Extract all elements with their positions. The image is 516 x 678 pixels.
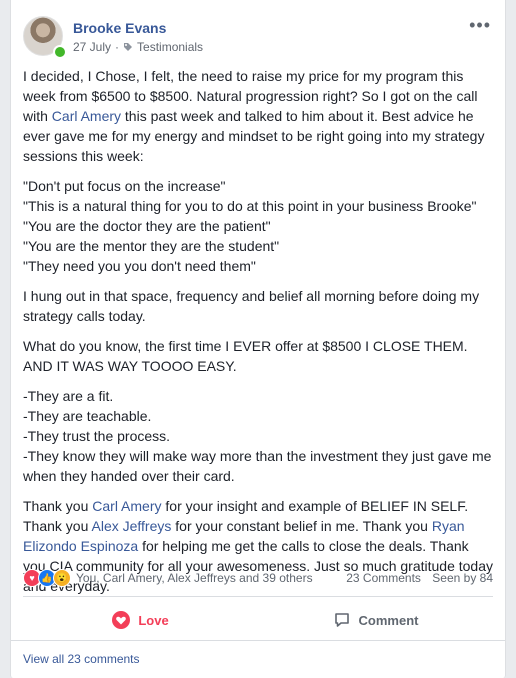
mention-carl-amery[interactable]: Carl Amery	[52, 108, 121, 124]
divider	[23, 596, 493, 597]
post-counts: 23 Comments Seen by 84	[338, 571, 493, 585]
love-label: Love	[138, 612, 169, 628]
text-span: Thank you	[23, 498, 93, 514]
more-options-icon[interactable]: •••	[469, 16, 491, 34]
text-span: for your constant belief in me. Thank yo…	[171, 518, 432, 534]
divider	[11, 640, 505, 641]
wow-reaction-icon: 😮	[53, 569, 71, 587]
online-status-dot	[53, 45, 67, 59]
reactions-bar: ♥ 👍 😮 You, Carl Amery, Alex Jeffreys and…	[23, 568, 493, 588]
view-all-comments-link[interactable]: View all 23 comments	[23, 652, 140, 666]
comments-count[interactable]: 23 Comments	[346, 571, 421, 585]
list-item: -They trust the process.	[23, 428, 171, 444]
love-button[interactable]: Love	[23, 604, 258, 636]
post-date[interactable]: 27 July	[73, 40, 111, 54]
seen-by-count[interactable]: Seen by 84	[432, 571, 493, 585]
post-meta: 27 July · Testimonials	[73, 40, 203, 54]
separator-dot: ·	[115, 40, 120, 54]
quote-line: "You are the doctor they are the patient…	[23, 218, 271, 234]
paragraph-1: I decided, I Chose, I felt, the need to …	[23, 66, 495, 166]
list-item: -They know they will make way more than …	[23, 448, 492, 484]
author-name[interactable]: Brooke Evans	[73, 20, 166, 36]
tag-icon	[124, 43, 133, 51]
love-icon	[112, 611, 131, 629]
topic-label[interactable]: Testimonials	[137, 40, 203, 54]
action-bar: Love Comment	[23, 604, 493, 636]
paragraph-3: I hung out in that space, frequency and …	[23, 288, 480, 324]
quote-line: "You are the mentor they are the student…	[23, 238, 280, 254]
comment-label: Comment	[358, 612, 419, 628]
list-block: -They are a fit. -They are teachable. -T…	[23, 386, 495, 486]
mention-alex-jeffreys[interactable]: Alex Jeffreys	[92, 518, 172, 534]
reactors-summary[interactable]: You, Carl Amery, Alex Jeffreys and 39 ot…	[76, 571, 338, 585]
post-header: Brooke Evans 27 July · Testimonials •••	[23, 16, 493, 60]
comment-button[interactable]: Comment	[258, 604, 493, 636]
list-item: -They are teachable.	[23, 408, 152, 424]
list-item: -They are a fit.	[23, 388, 114, 404]
reaction-icons[interactable]: ♥ 👍 😮	[23, 569, 71, 587]
post-card: Brooke Evans 27 July · Testimonials ••• …	[10, 0, 506, 678]
quote-line: "Don't put focus on the increase"	[23, 178, 226, 194]
comment-icon	[334, 613, 349, 627]
paragraph-4: What do you know, the first time I EVER …	[23, 338, 468, 374]
mention-carl-amery[interactable]: Carl Amery	[92, 498, 161, 514]
quotes-block: "Don't put focus on the increase" "This …	[23, 176, 495, 276]
quote-line: "They need you you don't need them"	[23, 258, 256, 274]
post-body: I decided, I Chose, I felt, the need to …	[23, 66, 495, 606]
quote-line: "This is a natural thing for you to do a…	[23, 198, 477, 214]
